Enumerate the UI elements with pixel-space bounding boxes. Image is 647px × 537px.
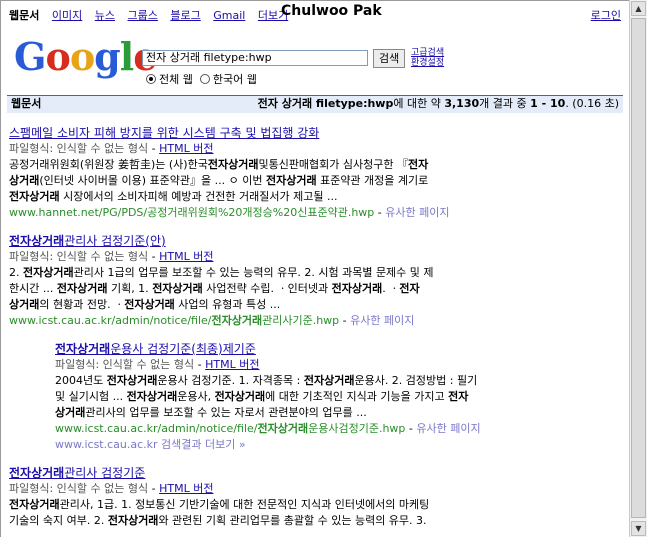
radio-korean-web-label: 한국어 웹 [212, 73, 257, 86]
stats-prefix: 에 대한 약 [393, 97, 441, 110]
result-url: www.icst.cau.ac.kr/admin/notice/file/전자상… [55, 422, 406, 435]
stats-time: . (0.16 초) [565, 97, 619, 110]
vertical-scrollbar[interactable]: ▲ ▼ [629, 0, 647, 537]
result-filetype: 파일형식: 인식할 수 없는 형식 [9, 482, 149, 495]
html-version-link[interactable]: HTML 버전 [159, 142, 213, 155]
scroll-down-icon[interactable]: ▼ [631, 521, 646, 536]
result-title[interactable]: 전자상거래관리사 검정기준(안) [9, 233, 623, 249]
result-item: 전자상거래관리사 검정기준(안) 파일형식: 인식할 수 없는 형식 - HTM… [9, 233, 623, 329]
similar-pages-link[interactable]: 유사한 페이지 [416, 422, 480, 435]
radio-korean-web[interactable] [199, 74, 210, 84]
nav-images[interactable]: 이미지 [52, 9, 82, 22]
login-link[interactable]: 로그인 [591, 7, 621, 23]
result-filetype: 파일형식: 인식할 수 없는 형식 [9, 250, 149, 263]
stats-range: 1 - 10 [530, 97, 566, 110]
result-snippet: 기술의 숙지 여부. 2. 전자상거래와 관련된 기획 관리업무를 총괄할 수 … [9, 514, 427, 527]
bar-label: 웹문서 [11, 97, 42, 110]
result-url-line: www.icst.cau.ac.kr/admin/notice/file/전자상… [9, 314, 415, 327]
result-snippet: 상거래의 현황과 전망. ㆍ전자상거래 사업의 유형과 특성 ... [9, 298, 281, 311]
preferences-link[interactable]: 환경설정 [411, 58, 444, 68]
result-item: 전자상거래관리사 검정기준 파일형식: 인식할 수 없는 형식 - HTML 버… [9, 465, 623, 529]
stats-count: 3,130 [444, 97, 480, 110]
result-snippet: 공정거래위원회(위원장 姜哲圭)는 (사)한국전자상거래및통신판매협회가 심사청… [9, 158, 429, 171]
result-filetype: 파일형식: 인식할 수 없는 형식 [9, 142, 149, 155]
similar-pages-link[interactable]: 유사한 페이지 [385, 206, 449, 219]
result-filetype-line: 파일형식: 인식할 수 없는 형식 - HTML 버전 [9, 482, 214, 495]
result-snippet: 전자상거래 시장에서의 소비자피해 예방과 건전한 거래질서가 제고될 ... [9, 190, 338, 203]
result-url-line: www.icst.cau.ac.kr/admin/notice/file/전자상… [55, 422, 481, 435]
result-item: 스팸메일 소비자 피해 방지를 위한 시스템 구축 및 법집행 강화 파일형식:… [9, 125, 623, 221]
result-url-line: www.hannet.net/PG/PDS/공정거래위원회%20개정승%20신표… [9, 206, 450, 219]
result-title[interactable]: 스팸메일 소비자 피해 방지를 위한 시스템 구축 및 법집행 강화 [9, 125, 623, 141]
stats-mid: 개 결과 중 [479, 97, 527, 110]
search-input[interactable]: 전자 상거래 filetype:hwp [142, 50, 368, 66]
more-results-link[interactable]: www.icst.cau.ac.kr 검색결과 더보기 » [55, 438, 246, 451]
result-snippet: 한시간 ... 전자상거래 기획, 1. 전자상거래 사업전략 수립. ㆍ인터넷… [9, 282, 420, 295]
nav-gmail[interactable]: Gmail [213, 9, 245, 22]
result-snippet: 전자상거래관리사, 1급. 1. 정보통신 기반기술에 대한 전문적인 지식과 … [9, 498, 430, 511]
html-version-link[interactable]: HTML 버전 [159, 250, 213, 263]
results-list: 스팸메일 소비자 피해 방지를 위한 시스템 구축 및 법집행 강화 파일형식:… [9, 125, 623, 537]
result-url: www.icst.cau.ac.kr/admin/notice/file/전자상… [9, 314, 340, 327]
nav-web[interactable]: 웹문서 [9, 9, 39, 22]
overlay-author-name: Chulwoo Pak [281, 3, 382, 19]
result-snippet: 및 실기시험 ... 전자상거래운용사, 전자상거래에 대한 기초적인 지식과 … [55, 390, 469, 403]
google-logo[interactable]: Google [14, 37, 157, 77]
radio-all-web[interactable] [146, 74, 156, 84]
result-url: www.hannet.net/PG/PDS/공정거래위원회%20개정승%20신표… [9, 206, 375, 219]
result-snippet: 상거래(인터넷 사이버몰 이용) 표준약관』을 ... ㅇ 이번 전자상거래 표… [9, 174, 429, 187]
html-version-link[interactable]: HTML 버전 [205, 358, 259, 371]
results-stats: 전자 상거래 filetype:hwp에 대한 약 3,130개 결과 중 1 … [258, 96, 619, 112]
results-stats-bar: 웹문서 전자 상거래 filetype:hwp에 대한 약 3,130개 결과 … [7, 95, 623, 113]
html-version-link[interactable]: HTML 버전 [159, 482, 213, 495]
radio-all-web-label: 전체 웹 [159, 73, 193, 86]
nav-news[interactable]: 뉴스 [95, 9, 115, 22]
result-snippet: 2. 전자상거래관리사 1급의 업무를 보조할 수 있는 능력의 유무. 2. … [9, 266, 434, 279]
result-snippet: 상거래관리사의 업무를 보조할 수 있는 자로서 관련분야의 업무를 ... [55, 406, 367, 419]
nav-blog[interactable]: 블로그 [170, 9, 200, 22]
result-title[interactable]: 전자상거래운용사 검정기준(최종)제기준 [55, 341, 623, 357]
result-filetype: 파일형식: 인식할 수 없는 형식 [55, 358, 195, 371]
result-filetype-line: 파일형식: 인식할 수 없는 형식 - HTML 버전 [55, 358, 260, 371]
result-filetype-line: 파일형식: 인식할 수 없는 형식 - HTML 버전 [9, 142, 214, 155]
search-button[interactable]: 검색 [373, 49, 406, 68]
result-filetype-line: 파일형식: 인식할 수 없는 형식 - HTML 버전 [9, 250, 214, 263]
browser-page: 웹문서 이미지 뉴스 그룹스 블로그 Gmail 더보기 Chulwoo Pak… [0, 0, 629, 537]
nav-groups[interactable]: 그룹스 [128, 9, 158, 22]
result-snippet: 2004년도 전자상거래운용사 검정기준. 1. 자격종목 : 전자상거래운용사… [55, 374, 478, 387]
advanced-links: 고급검색 환경설정 [411, 48, 444, 68]
stats-query: 전자 상거래 filetype:hwp [257, 97, 394, 110]
result-title[interactable]: 전자상거래관리사 검정기준 [9, 465, 623, 481]
scroll-up-icon[interactable]: ▲ [631, 1, 646, 16]
similar-pages-link[interactable]: 유사한 페이지 [350, 314, 414, 327]
advanced-search-link[interactable]: 고급검색 [411, 48, 444, 58]
result-item-indented: 전자상거래운용사 검정기준(최종)제기준 파일형식: 인식할 수 없는 형식 -… [55, 341, 623, 453]
scroll-thumb[interactable] [631, 18, 646, 518]
search-scope: 전체 웹 한국어 웹 [146, 71, 257, 87]
